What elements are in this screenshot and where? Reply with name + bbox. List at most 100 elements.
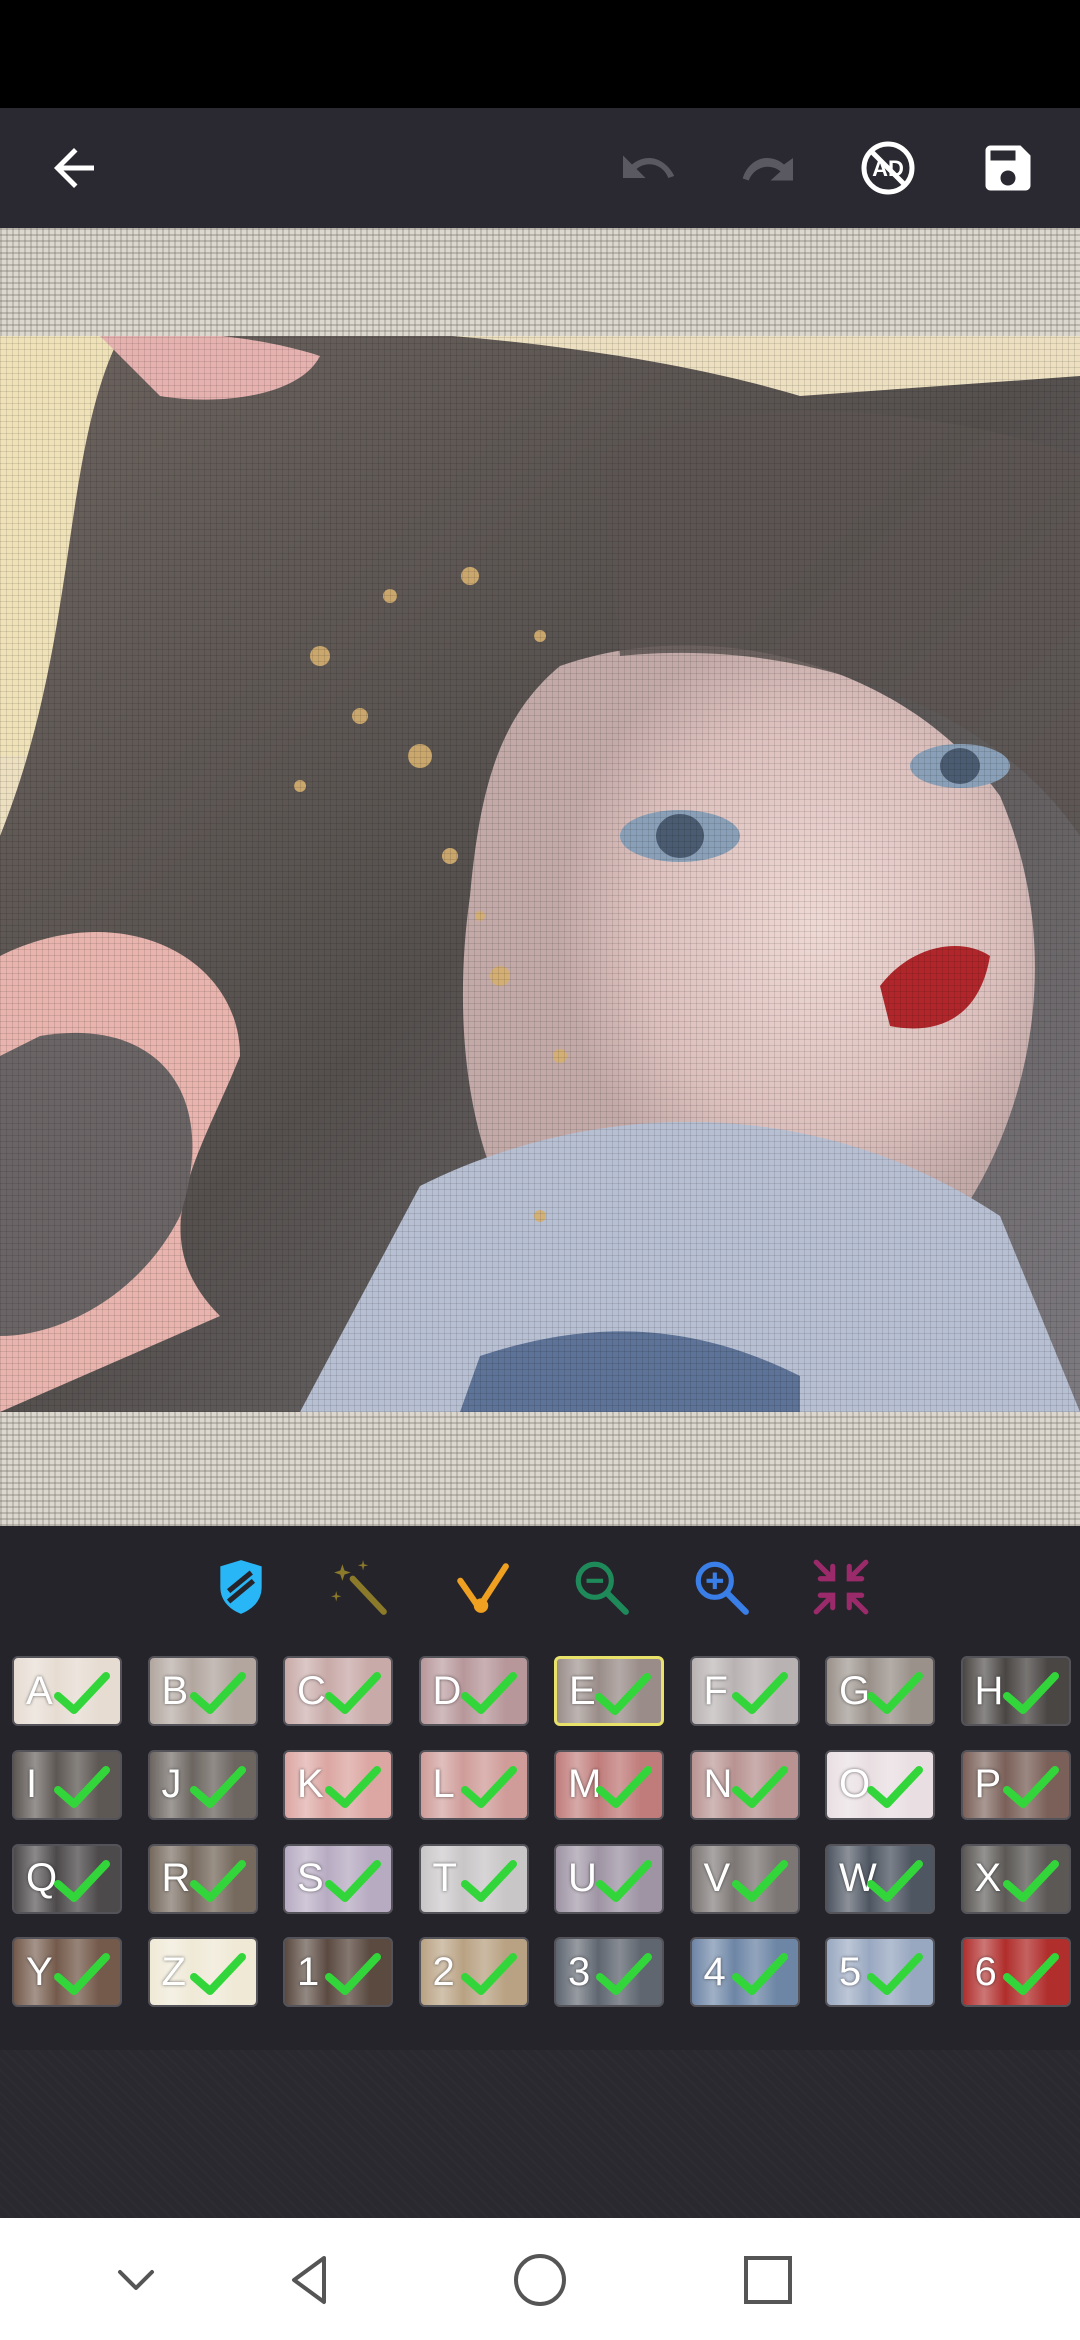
fit-screen-tool[interactable] <box>806 1552 876 1622</box>
palette-swatch[interactable]: J <box>147 1749 258 1820</box>
system-nav-bar <box>0 2218 1080 2340</box>
zoom-in-icon <box>695 1561 749 1615</box>
zoom-in-tool[interactable] <box>686 1552 756 1622</box>
checkmark-icon <box>867 1672 923 1714</box>
swatch-label: 5 <box>839 1949 862 1994</box>
artwork-image <box>0 336 1080 1412</box>
save-button[interactable] <box>970 130 1046 206</box>
chevron-down-icon <box>118 2270 154 2290</box>
palette-swatch[interactable]: U <box>554 1843 664 1914</box>
nav-home-button[interactable] <box>508 2248 572 2312</box>
palette-swatch[interactable]: Q <box>12 1843 122 1914</box>
palette-swatch[interactable]: P <box>960 1749 1071 1820</box>
palette-swatch[interactable]: D <box>418 1656 529 1726</box>
checkmark-icon <box>867 1953 923 1996</box>
undo-button[interactable] <box>610 130 686 206</box>
checkmark-icon <box>731 1672 788 1714</box>
palette-swatch[interactable]: 1 <box>283 1937 393 2008</box>
checkmark-icon <box>460 1672 517 1714</box>
palette-swatch[interactable]: G <box>825 1656 935 1726</box>
checkmark-icon <box>189 1859 246 1902</box>
palette-swatch[interactable]: W <box>825 1843 935 1914</box>
checkmark-icon <box>325 1672 381 1714</box>
palette-swatch[interactable]: N <box>689 1749 800 1820</box>
checkmark-icon <box>731 1953 788 1996</box>
checkmark-icon <box>867 1765 923 1808</box>
checkmark-icon <box>731 1859 788 1902</box>
palette-swatch[interactable]: 3 <box>554 1937 664 2008</box>
nav-recents-button[interactable] <box>736 2248 800 2312</box>
cross-stitch-artwork[interactable] <box>0 336 1080 1412</box>
redo-button[interactable] <box>730 130 806 206</box>
palette-swatch[interactable]: 2 <box>418 1937 529 2008</box>
checkmark-icon <box>54 1672 110 1714</box>
swatch-label: B <box>161 1668 189 1713</box>
zoom-out-icon <box>575 1561 629 1615</box>
swatch-label: H <box>974 1668 1004 1713</box>
swatch-label: 3 <box>568 1949 591 1994</box>
palette-swatch[interactable]: R <box>147 1843 258 1914</box>
palette-swatch[interactable]: H <box>960 1656 1071 1726</box>
checkmark-icon <box>1002 1859 1059 1902</box>
palette-swatch[interactable]: Y <box>12 1937 122 2008</box>
fit-screen-icon <box>813 1559 869 1615</box>
palette-swatch[interactable]: M <box>554 1749 664 1820</box>
eraser-icon <box>220 1560 262 1614</box>
palette-swatch[interactable]: Z <box>147 1937 258 2008</box>
checkmark-icon <box>189 1765 246 1808</box>
palette-swatch[interactable]: T <box>418 1843 529 1914</box>
swatch-label: R <box>161 1856 191 1900</box>
palette-swatch[interactable]: B <box>147 1656 258 1726</box>
bottom-panel: A B C D E F G H I J K L MN O P Q R S T U V WX Y Z 1 2 3 4 5 6 <box>0 1526 1080 2218</box>
swatch-label: F <box>703 1668 728 1713</box>
swatch-label: G <box>839 1668 871 1713</box>
swatch-label: O <box>839 1762 871 1807</box>
palette-swatch[interactable]: K <box>283 1749 393 1820</box>
zoom-out-tool[interactable] <box>566 1552 636 1622</box>
checkmark-icon <box>189 1672 246 1714</box>
palette-swatch[interactable]: F <box>689 1656 800 1726</box>
palette-swatch[interactable]: E <box>554 1656 664 1726</box>
swatch-label: 1 <box>297 1949 320 1994</box>
palette-swatch[interactable]: X <box>960 1843 1071 1914</box>
swatch-label: V <box>703 1856 731 1900</box>
nav-hide-button[interactable] <box>104 2248 168 2312</box>
palette-swatch[interactable]: A <box>12 1656 122 1726</box>
checkmark-icon <box>189 1953 246 1996</box>
palette-swatch[interactable]: 6 <box>960 1937 1071 2008</box>
undo-icon <box>623 155 675 178</box>
swatch-label: C <box>297 1668 326 1713</box>
checkmark-icon <box>460 1765 517 1808</box>
swatch-label: I <box>26 1762 38 1807</box>
palette-swatch[interactable]: 4 <box>689 1937 800 2008</box>
tools-row <box>0 1552 1080 1632</box>
swatch-label: 4 <box>703 1949 726 1994</box>
palette-swatch[interactable]: I <box>12 1749 122 1820</box>
checkmark-icon <box>325 1953 381 1996</box>
checkmark-icon <box>595 1673 651 1715</box>
swatch-label: P <box>974 1762 1002 1807</box>
palette-swatch[interactable]: V <box>689 1843 800 1914</box>
swatch-label: 6 <box>974 1949 997 1994</box>
palette-swatch[interactable]: S <box>283 1843 393 1914</box>
top-toolbar: AD <box>0 108 1080 228</box>
eraser-tool[interactable] <box>206 1552 276 1622</box>
back-arrow-icon <box>54 148 94 188</box>
checkmark-icon <box>460 1953 517 1996</box>
magic-wand-tool[interactable] <box>326 1552 396 1622</box>
checkmark-icon <box>460 1859 517 1902</box>
checkmark-icon <box>325 1765 381 1808</box>
stitch-canvas[interactable] <box>0 228 1080 1526</box>
checkmark-icon <box>54 1953 110 1996</box>
swatch-label: Y <box>26 1949 53 1994</box>
palette-swatch[interactable]: O <box>825 1749 935 1820</box>
no-ads-button[interactable]: AD <box>850 130 926 206</box>
back-button[interactable] <box>36 130 112 206</box>
fill-brush-tool[interactable] <box>446 1552 516 1622</box>
palette-swatch[interactable]: C <box>283 1656 393 1726</box>
nav-back-button[interactable] <box>278 2248 342 2312</box>
panel-footer <box>0 2050 1080 2218</box>
palette-swatch[interactable]: L <box>418 1749 529 1820</box>
palette-swatch[interactable]: 5 <box>825 1937 935 2008</box>
checkmark-icon <box>1002 1953 1059 1996</box>
